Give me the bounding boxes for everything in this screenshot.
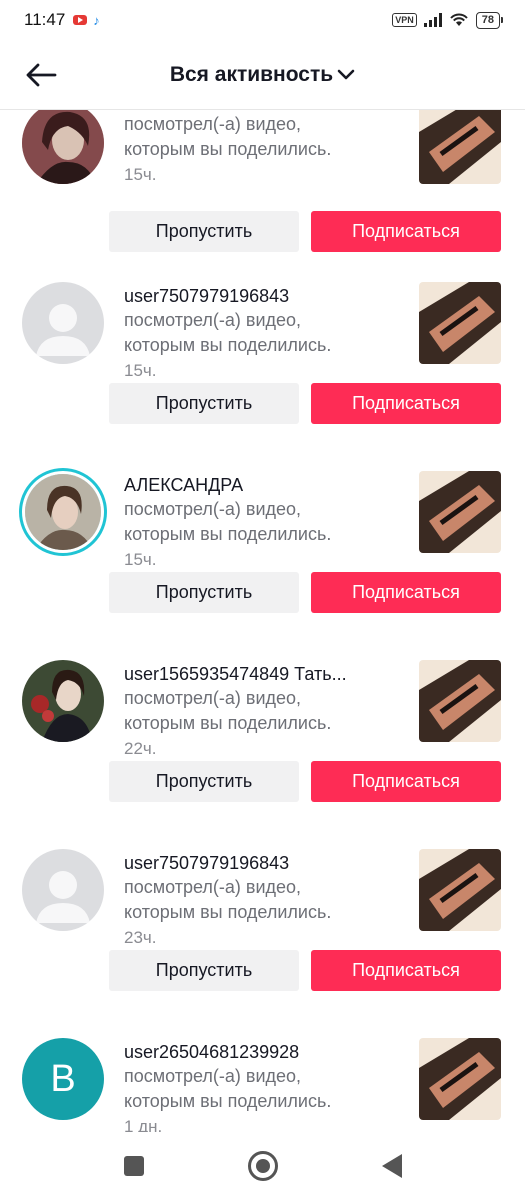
activity-description: посмотрел(-а) видео, xyxy=(124,499,302,519)
video-thumbnail[interactable] xyxy=(419,849,501,931)
activity-description: которым вы поделились. xyxy=(124,1091,332,1111)
activity-description: посмотрел(-а) видео, xyxy=(124,688,302,708)
avatar[interactable] xyxy=(22,282,104,364)
list-item: АЛЕКСАНДРА посмотрел(-а) видео, которым … xyxy=(0,471,525,660)
recents-square-icon[interactable] xyxy=(123,1156,144,1176)
activity-description: которым вы поделились. xyxy=(124,139,332,159)
timestamp: 23ч. xyxy=(124,928,157,947)
skip-button[interactable]: Пропустить xyxy=(109,211,299,252)
status-bar: 11:47 ♪ VPN 78 xyxy=(0,0,525,40)
follow-button[interactable]: Подписаться xyxy=(311,211,501,252)
activity-description: которым вы поделились. xyxy=(124,335,332,355)
wifi-icon xyxy=(450,13,468,26)
username[interactable]: user7507979196843 xyxy=(124,284,402,308)
activity-description: которым вы поделились. xyxy=(124,524,332,544)
video-thumbnail[interactable] xyxy=(419,471,501,553)
skip-button[interactable]: Пропустить xyxy=(109,383,299,424)
avatar[interactable] xyxy=(22,660,104,742)
vpn-icon: VPN xyxy=(392,13,417,27)
username[interactable]: user7507979196843 xyxy=(124,851,402,875)
avatar[interactable] xyxy=(22,110,104,184)
list-item: user7507979196843 посмотрел(-а) видео, к… xyxy=(0,282,525,471)
signal-icon xyxy=(423,13,442,27)
activity-description: посмотрел(-а) видео, xyxy=(124,310,302,330)
default-avatar-icon xyxy=(36,871,90,923)
follow-button[interactable]: Подписаться xyxy=(311,761,501,802)
header: Вся активность xyxy=(0,40,525,110)
activity-description: посмотрел(-а) видео, xyxy=(124,1066,302,1086)
arrow-left-icon xyxy=(26,63,57,87)
list-item: B user26504681239928 посмотрел(-а) видео… xyxy=(0,1038,525,1132)
username[interactable]: АЛЕКСАНДРА xyxy=(124,473,402,497)
status-time: 11:47 xyxy=(24,10,66,29)
video-thumbnail[interactable] xyxy=(419,110,501,184)
skip-button[interactable]: Пропустить xyxy=(109,761,299,802)
battery-icon: 78 xyxy=(475,11,503,29)
default-avatar-icon xyxy=(36,304,90,356)
follow-button[interactable]: Подписаться xyxy=(311,383,501,424)
tiktok-icon: ♪ xyxy=(93,12,100,28)
chevron-down-icon xyxy=(337,69,355,79)
back-button[interactable] xyxy=(22,56,60,94)
page-title: Вся активность xyxy=(169,62,334,86)
video-thumbnail[interactable] xyxy=(419,1038,501,1120)
follow-button[interactable]: Подписаться xyxy=(311,572,501,613)
list-item: user1565935474849 Тать... посмотрел(-а) … xyxy=(0,660,525,849)
activity-feed[interactable]: посмотрел(-а) видео, которым вы поделили… xyxy=(0,110,525,1132)
activity-description: которым вы поделились. xyxy=(124,902,332,922)
avatar[interactable] xyxy=(25,474,101,550)
activity-description: посмотрел(-а) видео, xyxy=(124,877,302,897)
timestamp: 15ч. xyxy=(124,550,157,569)
list-item: user7507979196843 посмотрел(-а) видео, к… xyxy=(0,849,525,1038)
skip-button[interactable]: Пропустить xyxy=(109,572,299,613)
youtube-icon xyxy=(73,15,88,25)
timestamp: 22ч. xyxy=(124,739,157,758)
activity-filter-dropdown[interactable]: Вся активность xyxy=(170,63,355,87)
skip-button[interactable]: Пропустить xyxy=(109,950,299,991)
activity-description: которым вы поделились. xyxy=(124,713,332,733)
avatar[interactable]: B xyxy=(22,1038,104,1120)
system-navbar xyxy=(0,1132,525,1200)
activity-description: посмотрел(-а) видео, xyxy=(124,114,302,134)
username[interactable]: user1565935474849 Тать... xyxy=(124,662,402,686)
avatar[interactable] xyxy=(22,849,104,931)
follow-button[interactable]: Подписаться xyxy=(311,950,501,991)
back-triangle-icon[interactable] xyxy=(381,1154,402,1178)
list-item: посмотрел(-а) видео, которым вы поделили… xyxy=(0,110,525,291)
username[interactable]: user26504681239928 xyxy=(124,1040,402,1064)
home-circle-icon[interactable] xyxy=(247,1151,278,1181)
timestamp: 15ч. xyxy=(124,165,157,184)
video-thumbnail[interactable] xyxy=(419,660,501,742)
video-thumbnail[interactable] xyxy=(419,282,501,364)
timestamp: 15ч. xyxy=(124,361,157,380)
timestamp: 1 дн. xyxy=(124,1117,163,1132)
